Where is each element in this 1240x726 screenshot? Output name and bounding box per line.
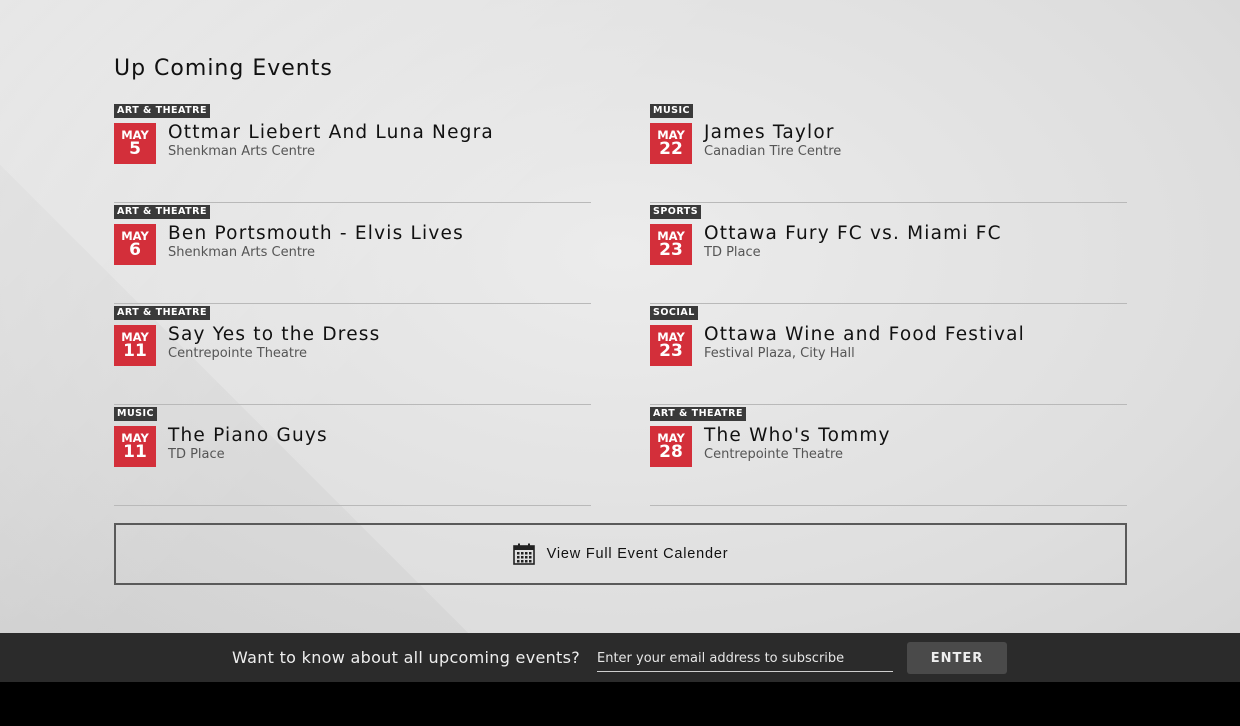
- event-venue: Centrepointe Theatre: [168, 346, 308, 361]
- event-title[interactable]: Ottawa Wine and Food Festival: [704, 324, 1025, 345]
- category-badge: ART & THEATRE: [650, 407, 746, 421]
- date-badge: MAY 11: [114, 325, 156, 366]
- date-badge: MAY 23: [650, 224, 692, 265]
- date-badge: MAY 22: [650, 123, 692, 164]
- category-badge: MUSIC: [650, 104, 694, 118]
- event-title[interactable]: Ben Portsmouth - Elvis Lives: [168, 223, 464, 244]
- calendar-icon: [512, 543, 535, 565]
- event-item[interactable]: SPORTS MAY 23 Ottawa Fury FC vs. Miami FC…: [650, 203, 1127, 304]
- category-badge: SPORTS: [650, 205, 702, 219]
- event-item[interactable]: ART & THEATRE MAY 5 Ottmar Liebert And Lu…: [114, 102, 591, 203]
- date-badge: MAY 28: [650, 426, 692, 467]
- category-badge: MUSIC: [114, 407, 158, 421]
- events-column-right: MUSIC MAY 22 James Taylor Canadian Tire C…: [650, 102, 1127, 506]
- enter-button[interactable]: ENTER: [907, 642, 1007, 674]
- subscribe-bar: Want to know about all upcoming events? …: [0, 633, 1240, 682]
- event-item[interactable]: MUSIC MAY 11 The Piano Guys TD Place: [114, 405, 591, 506]
- event-title[interactable]: James Taylor: [704, 122, 835, 143]
- category-badge: ART & THEATRE: [114, 205, 210, 219]
- event-venue: Shenkman Arts Centre: [168, 245, 315, 260]
- event-venue: Shenkman Arts Centre: [168, 144, 315, 159]
- date-badge: MAY 5: [114, 123, 156, 164]
- event-venue: TD Place: [168, 447, 225, 462]
- event-item[interactable]: MUSIC MAY 22 James Taylor Canadian Tire C…: [650, 102, 1127, 203]
- events-section: Up Coming Events ART & THEATRE MAY 5 Ottm…: [0, 0, 1240, 633]
- category-badge: SOCIAL: [650, 306, 698, 320]
- event-title[interactable]: Say Yes to the Dress: [168, 324, 380, 345]
- date-badge: MAY 6: [114, 224, 156, 265]
- event-venue: Festival Plaza, City Hall: [704, 346, 855, 361]
- event-item[interactable]: ART & THEATRE MAY 6 Ben Portsmouth - Elvi…: [114, 203, 591, 304]
- event-title[interactable]: The Who's Tommy: [704, 425, 891, 446]
- category-badge: ART & THEATRE: [114, 306, 210, 320]
- event-title[interactable]: Ottmar Liebert And Luna Negra: [168, 122, 494, 143]
- event-item[interactable]: SOCIAL MAY 23 Ottawa Wine and Food Festiv…: [650, 304, 1127, 405]
- subscribe-prompt: Want to know about all upcoming events?: [232, 648, 581, 667]
- email-field[interactable]: [597, 646, 893, 672]
- event-item[interactable]: ART & THEATRE MAY 28 The Who's Tommy Cent…: [650, 405, 1127, 506]
- event-item[interactable]: ART & THEATRE MAY 11 Say Yes to the Dress…: [114, 304, 591, 405]
- event-venue: Canadian Tire Centre: [704, 144, 842, 159]
- event-venue: TD Place: [704, 245, 761, 260]
- events-column-left: ART & THEATRE MAY 5 Ottmar Liebert And Lu…: [114, 102, 591, 506]
- view-calendar-button[interactable]: View Full Event Calender: [114, 523, 1127, 585]
- event-title[interactable]: The Piano Guys: [168, 425, 328, 446]
- event-venue: Centrepointe Theatre: [704, 447, 844, 462]
- section-heading: Up Coming Events: [114, 56, 333, 81]
- date-badge: MAY 11: [114, 426, 156, 467]
- event-title[interactable]: Ottawa Fury FC vs. Miami FC: [704, 223, 1002, 244]
- view-calendar-label: View Full Event Calender: [546, 546, 729, 562]
- date-badge: MAY 23: [650, 325, 692, 366]
- category-badge: ART & THEATRE: [114, 104, 210, 118]
